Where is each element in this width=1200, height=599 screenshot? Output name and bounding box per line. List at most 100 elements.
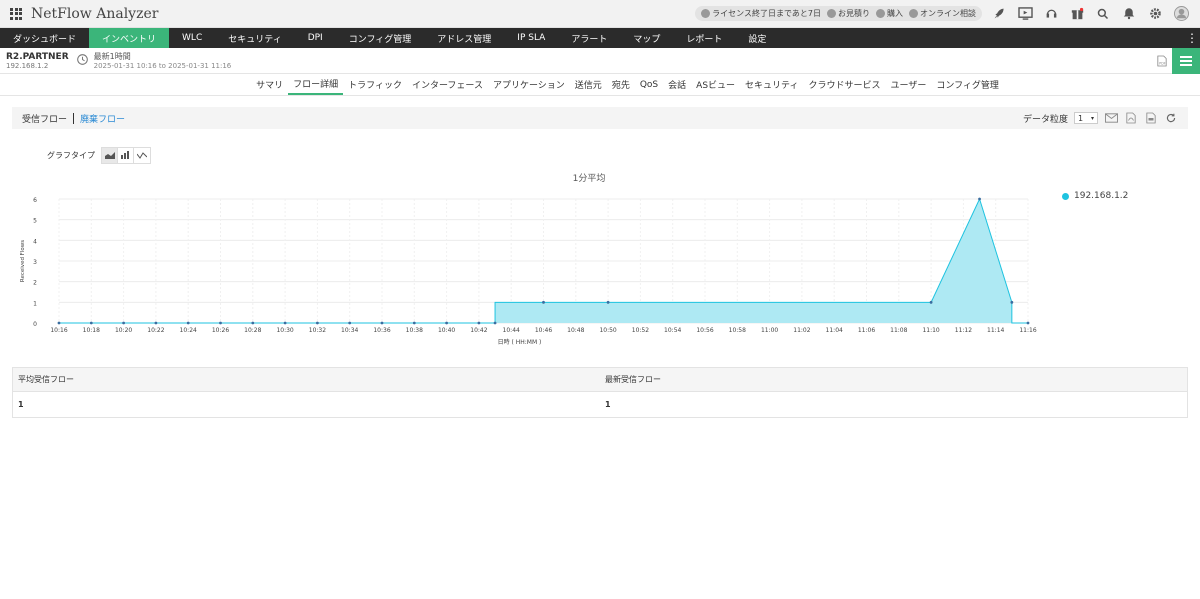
nav-maps[interactable]: マップ (620, 28, 673, 48)
clock-icon[interactable] (76, 53, 88, 68)
x-tick-label: 10:26 (212, 327, 229, 334)
x-tick-label: 10:30 (276, 327, 293, 334)
line-chart-icon[interactable] (134, 147, 150, 163)
flow-toolbar: 受信フロー 廃棄フロー データ粒度 1 ▾ (12, 107, 1188, 129)
time-range-text: 2025-01-31 10:16 to 2025-01-31 11:16 (93, 62, 232, 70)
video-icon[interactable] (1016, 5, 1034, 23)
tab-applications[interactable]: アプリケーション (488, 74, 570, 95)
tab-destinations[interactable]: 宛先 (607, 74, 635, 95)
email-icon[interactable] (1104, 111, 1118, 125)
pdf-export-icon[interactable]: PDF (1152, 55, 1172, 67)
search-icon[interactable] (1094, 5, 1112, 23)
svg-text:PDF: PDF (1159, 61, 1166, 65)
y-tick-label: 4 (33, 238, 37, 245)
bell-icon[interactable] (1120, 5, 1138, 23)
x-tick-label: 11:06 (858, 327, 875, 334)
data-point (606, 300, 610, 304)
stats-table: 平均受信フロー 最新受信フロー 1 1 (12, 367, 1188, 418)
nav-settings[interactable]: 設定 (735, 28, 779, 48)
tab-summary[interactable]: サマリ (251, 74, 288, 95)
license-pill: ライセンス終了日まであと7日 お見積り 購入 オンライン相談 (695, 6, 982, 21)
tab-config-management[interactable]: コンフィグ管理 (931, 74, 1004, 95)
nav-dashboard[interactable]: ダッシュボード (0, 28, 89, 48)
tab-conversations[interactable]: 会話 (663, 74, 691, 95)
x-tick-label: 10:36 (373, 327, 390, 334)
top-bar: NetFlow Analyzer ライセンス終了日まであと7日 お見積り 購入 … (0, 0, 1200, 28)
nav-security[interactable]: セキュリティ (215, 28, 294, 48)
graph-type-label: グラフタイプ (47, 150, 95, 160)
granularity-select[interactable]: 1 ▾ (1074, 112, 1098, 124)
nav-config-management[interactable]: コンフィグ管理 (336, 28, 425, 48)
tab-cloud-services[interactable]: クラウドサービス (804, 74, 886, 95)
csv-icon[interactable] (1144, 111, 1158, 125)
device-actions: PDF (1152, 48, 1200, 74)
nav-wlc[interactable]: WLC (169, 28, 215, 48)
flow-panel: 受信フロー 廃棄フロー データ粒度 1 ▾ グラフタイプ 1分平均 192.168… (12, 107, 1188, 418)
hamburger-menu-icon[interactable] (1172, 48, 1200, 74)
data-point (251, 321, 255, 325)
bar-chart-icon[interactable] (118, 147, 134, 163)
refresh-icon[interactable] (1164, 111, 1178, 125)
top-actions: ライセンス終了日まであと7日 お見積り 購入 オンライン相談 (695, 5, 1190, 23)
tab-traffic[interactable]: トラフィック (343, 74, 407, 95)
time-period-label: 最新1時間 (93, 52, 131, 61)
app-grid-icon[interactable] (10, 7, 22, 20)
x-tick-label: 10:24 (180, 327, 197, 334)
x-tick-label: 10:28 (244, 327, 261, 334)
x-tick-label: 10:16 (50, 327, 67, 334)
x-tick-label: 11:10 (922, 327, 939, 334)
headset-icon[interactable] (1042, 5, 1060, 23)
stats-value-row: 1 1 (13, 392, 1187, 417)
granularity-label: データ粒度 (1022, 114, 1068, 125)
tab-users[interactable]: ユーザー (886, 74, 932, 95)
tab-security[interactable]: セキュリティ (740, 74, 803, 95)
sub-nav: サマリ フロー詳細 トラフィック インターフェース アプリケーション 送信元 宛… (0, 74, 1200, 96)
nav-dpi[interactable]: DPI (295, 28, 336, 48)
more-vertical-icon[interactable]: ⋮ (1184, 28, 1200, 48)
x-tick-label: 10:50 (599, 327, 616, 334)
tab-sources[interactable]: 送信元 (570, 74, 607, 95)
x-tick-label: 10:48 (567, 327, 584, 334)
x-tick-label: 10:52 (632, 327, 649, 334)
pdf-icon[interactable] (1124, 111, 1138, 125)
tab-interfaces[interactable]: インターフェース (407, 74, 488, 95)
x-tick-label: 11:04 (826, 327, 843, 334)
area-chart-icon[interactable] (102, 147, 118, 163)
data-point (316, 321, 319, 325)
x-tick-label: 10:44 (503, 327, 520, 334)
data-point (57, 321, 61, 325)
nav-ip-sla[interactable]: IP SLA (504, 28, 558, 48)
rocket-icon[interactable] (990, 5, 1008, 23)
tab-flow-details[interactable]: フロー詳細 (288, 74, 344, 95)
user-avatar-icon[interactable] (1172, 5, 1190, 23)
data-point (445, 321, 448, 325)
nav-alerts[interactable]: アラート (558, 28, 620, 48)
x-axis-label: 日時 ( HH:MM ) (498, 338, 542, 346)
nav-inventory[interactable]: インベントリ (89, 28, 170, 48)
gear-icon[interactable] (1146, 5, 1164, 23)
graph-type-buttons (101, 146, 151, 164)
device-bar: R2.PARTNER 192.168.1.2 最新1時間 2025-01-31 … (0, 48, 1200, 74)
nav-reports[interactable]: レポート (673, 28, 735, 48)
buy-link[interactable]: 購入 (876, 8, 903, 19)
device-info: R2.PARTNER 192.168.1.2 (6, 52, 69, 70)
device-name[interactable]: R2.PARTNER (6, 52, 69, 62)
data-point (380, 321, 384, 325)
data-point (89, 321, 93, 325)
consult-link[interactable]: オンライン相談 (909, 8, 976, 19)
tab-as-view[interactable]: ASビュー (691, 74, 740, 95)
data-point (186, 321, 190, 325)
chevron-down-icon: ▾ (1090, 114, 1094, 122)
nav-address-management[interactable]: アドレス管理 (424, 28, 504, 48)
time-selector[interactable]: 最新1時間 2025-01-31 10:16 to 2025-01-31 11:… (94, 51, 232, 70)
data-point (154, 321, 158, 325)
gift-icon[interactable] (1068, 5, 1086, 23)
received-flows-tab[interactable]: 受信フロー (22, 112, 67, 125)
data-point (283, 321, 287, 325)
dropped-flows-link[interactable]: 廃棄フロー (80, 112, 125, 125)
device-ip: 192.168.1.2 (6, 61, 49, 70)
quote-link[interactable]: お見積り (827, 8, 870, 19)
tab-qos[interactable]: QoS (635, 74, 663, 95)
stats-header-row: 平均受信フロー 最新受信フロー (13, 368, 1187, 392)
license-info[interactable]: ライセンス終了日まであと7日 (701, 8, 821, 19)
